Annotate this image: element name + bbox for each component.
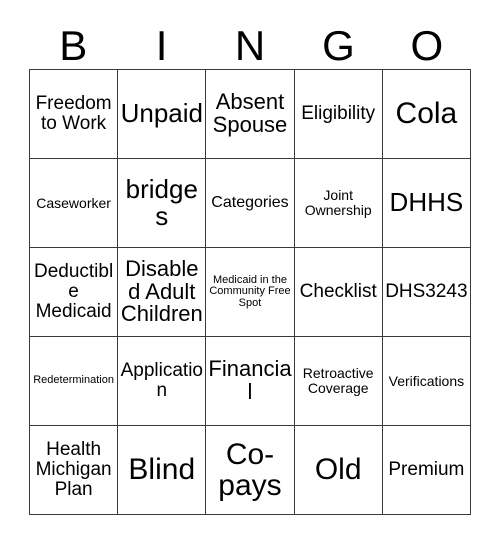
bingo-header-letter-i: I bbox=[155, 22, 168, 69]
bingo-cell-label: Retroactive Coverage bbox=[302, 365, 374, 396]
bingo-card: B I N G O Freedom to Work Unpaid Absent Spouse… bbox=[0, 0, 500, 544]
bingo-cell-label: DHS3243 bbox=[385, 281, 468, 303]
bingo-cell-r2c5[interactable]: DHHS bbox=[382, 159, 471, 248]
bingo-cell-label: Application bbox=[120, 360, 203, 401]
bingo-cell-r1c3[interactable]: Absent Spouse bbox=[206, 70, 295, 159]
bingo-cell-label: Categories bbox=[211, 193, 289, 211]
bingo-cell-r5c3[interactable]: Co-pays bbox=[206, 426, 295, 515]
bingo-cell-r1c1[interactable]: Freedom to Work bbox=[30, 70, 119, 159]
bingo-cell-r1c5[interactable]: Cola bbox=[382, 70, 471, 159]
bingo-cell-label: Co-pays bbox=[218, 437, 282, 502]
bingo-cell-label: Absent Spouse bbox=[212, 89, 288, 137]
bingo-cell-r4c1[interactable]: Redetermination bbox=[30, 337, 119, 426]
bingo-cell-label: Deductible Medicaid bbox=[33, 261, 114, 322]
bingo-cell-label: Premium bbox=[388, 459, 465, 481]
bingo-cell-label: Freedom to Work bbox=[35, 93, 112, 134]
bingo-header-letter-g: G bbox=[322, 22, 355, 69]
bingo-cell-label: Old bbox=[314, 453, 362, 487]
bingo-cell-label: bridges bbox=[125, 173, 198, 231]
bingo-cell-r4c3[interactable]: Financial bbox=[206, 337, 295, 426]
bingo-cell-r1c2[interactable]: Unpaid bbox=[118, 70, 207, 159]
bingo-header-letter-o: O bbox=[410, 22, 444, 69]
bingo-cell-label: Verifications bbox=[388, 372, 465, 389]
bingo-cell-label: Unpaid bbox=[120, 98, 203, 129]
bingo-cell-r3c5[interactable]: DHS3243 bbox=[382, 248, 471, 337]
bingo-cell-label: Cola bbox=[395, 97, 458, 131]
bingo-cell-r2c4[interactable]: Joint Ownership bbox=[294, 159, 383, 248]
bingo-cell-r3c2[interactable]: Disabled Adult Children bbox=[118, 248, 207, 337]
bingo-cell-r2c3[interactable]: Categories bbox=[206, 159, 295, 248]
bingo-cell-r2c2[interactable]: bridges bbox=[118, 159, 207, 248]
bingo-cell-r4c4[interactable]: Retroactive Coverage bbox=[294, 337, 383, 426]
bingo-cell-r2c1[interactable]: Caseworker bbox=[30, 159, 119, 248]
bingo-cell-label: Blind bbox=[128, 453, 196, 487]
bingo-cell-label: Joint Ownership bbox=[304, 187, 372, 218]
bingo-cell-r5c4[interactable]: Old bbox=[294, 426, 383, 515]
bingo-cell-label: Checklist bbox=[299, 281, 377, 303]
bingo-cell-r3c4[interactable]: Checklist bbox=[294, 248, 383, 337]
bingo-cell-label: Caseworker bbox=[36, 194, 111, 211]
bingo-cell-r1c4[interactable]: Eligibility bbox=[294, 70, 383, 159]
bingo-cell-label: Financial bbox=[208, 356, 292, 404]
bingo-cell-label: Disabled Adult Children bbox=[120, 255, 203, 327]
bingo-cell-label: Medicaid in the Community Free Spot bbox=[209, 273, 291, 309]
bingo-cell-label: Eligibility bbox=[301, 103, 376, 125]
bingo-cell-r3c1[interactable]: Deductible Medicaid bbox=[30, 248, 119, 337]
bingo-grid: Freedom to Work Unpaid Absent Spouse Eligib… bbox=[29, 69, 471, 515]
bingo-cell-r5c1[interactable]: Health Michigan Plan bbox=[30, 426, 119, 515]
bingo-cell-r5c5[interactable]: Premium bbox=[382, 426, 471, 515]
bingo-header-row: BINGO bbox=[29, 18, 471, 69]
bingo-cell-r4c5[interactable]: Verifications bbox=[382, 337, 471, 426]
bingo-header-letter-b: B bbox=[59, 22, 88, 69]
bingo-cell-label: Redetermination bbox=[33, 374, 114, 387]
bingo-cell-label: Health Michigan Plan bbox=[35, 439, 112, 500]
bingo-cell-r5c2[interactable]: Blind bbox=[118, 426, 207, 515]
bingo-cell-label: DHHS bbox=[389, 187, 464, 218]
bingo-cell-r4c2[interactable]: Application bbox=[118, 337, 207, 426]
bingo-header-letter-n: N bbox=[234, 22, 266, 69]
bingo-free-space-cell[interactable]: Medicaid in the Community Free Spot bbox=[206, 248, 295, 337]
